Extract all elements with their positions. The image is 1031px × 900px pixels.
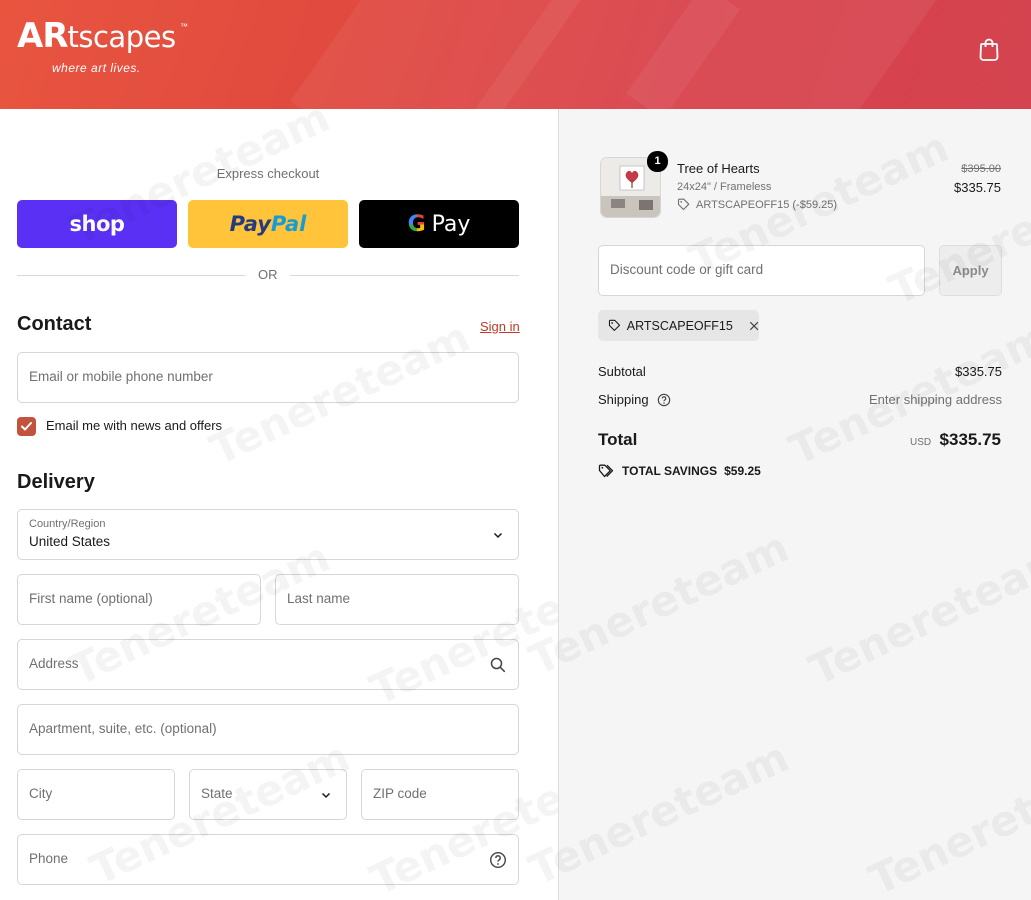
tag-icon <box>677 198 690 211</box>
state-select[interactable]: State <box>189 769 347 820</box>
tag-icon <box>608 319 621 331</box>
watermark: Tenereteam <box>802 532 1031 695</box>
delivery-heading: Delivery <box>17 471 95 493</box>
close-icon[interactable] <box>749 320 759 332</box>
city-field[interactable]: City <box>17 769 175 820</box>
logo[interactable]: ARtscapes ™ where art lives. <box>17 10 192 80</box>
newsletter-checkbox[interactable] <box>17 417 36 436</box>
subtotal-row: Subtotal $335.75 <box>598 364 1002 379</box>
total-label: Total <box>598 430 638 449</box>
total-savings: TOTAL SAVINGS $59.25 <box>598 463 761 478</box>
zip-field[interactable]: ZIP code <box>361 769 519 820</box>
help-circle-icon[interactable] <box>657 393 671 407</box>
apartment-field[interactable]: Apartment, suite, etc. (optional) <box>17 704 519 755</box>
divider <box>17 275 245 276</box>
divider <box>290 275 519 276</box>
cart-bag-button[interactable] <box>977 36 1001 62</box>
first-name-field[interactable]: First name (optional) <box>17 574 261 625</box>
total-value: $335.75 <box>939 430 1001 449</box>
subtotal-value: $335.75 <box>955 364 1002 379</box>
product-price: $335.75 <box>954 180 1001 195</box>
checkmark-icon <box>21 422 32 431</box>
address-field[interactable]: Address <box>17 639 519 690</box>
checkout-form: Express checkout shop Pay Pal G Pay OR Con… <box>0 92 637 900</box>
or-divider-text: OR <box>258 267 278 282</box>
newsletter-label: Email me with news and offers <box>46 418 223 433</box>
product-discount: ARTSCAPEOFF15 (-$59.25) <box>677 198 837 211</box>
help-circle-icon[interactable] <box>489 851 507 869</box>
search-icon <box>490 657 506 673</box>
product-variant: 24x24" / Frameless <box>677 181 772 193</box>
shopping-bag-icon <box>979 38 999 61</box>
logo-tagline: where art lives. <box>52 61 141 75</box>
last-name-field[interactable]: Last name <box>275 574 519 625</box>
shipping-value: Enter shipping address <box>869 392 1002 407</box>
google-pay-button[interactable]: G Pay <box>359 200 519 248</box>
quantity-badge: 1 <box>647 151 668 172</box>
watermark: Tenereteam <box>862 742 1031 900</box>
header: ARtscapes ™ where art lives. <box>0 0 1031 109</box>
watermark: Tenereteam <box>522 732 796 895</box>
google-g-icon: G <box>407 211 426 237</box>
product-name: Tree of Hearts <box>677 161 760 176</box>
sign-in-link[interactable]: Sign in <box>480 319 520 334</box>
watermark: Tenereteam <box>522 522 796 685</box>
product-original-price: $395.00 <box>961 163 1001 175</box>
applied-discount-chip: ARTSCAPEOFF15 <box>598 310 759 341</box>
paypal-button[interactable]: Pay Pal <box>188 200 348 248</box>
currency-code: USD <box>910 437 932 448</box>
shipping-row: Shipping Enter shipping address <box>598 392 1002 407</box>
email-field[interactable]: Email or mobile phone number <box>17 352 519 403</box>
tags-icon <box>598 464 614 478</box>
contact-heading: Contact <box>17 313 92 335</box>
discount-code-field[interactable]: Discount code or gift card <box>598 245 925 296</box>
express-checkout-title: Express checkout <box>216 166 320 181</box>
chevron-down-icon <box>493 532 503 539</box>
order-summary: 1 Tree of Hearts 24x24" / Frameless ARTS… <box>522 109 1031 900</box>
chevron-down-icon <box>321 792 331 799</box>
country-select[interactable]: Country/Region United States <box>17 509 519 560</box>
phone-field[interactable]: Phone <box>17 834 519 885</box>
applied-discount-code: ARTSCAPEOFF15 <box>626 318 733 333</box>
apply-button[interactable]: Apply <box>939 245 1002 296</box>
shop-pay-button[interactable]: shop <box>17 200 177 248</box>
